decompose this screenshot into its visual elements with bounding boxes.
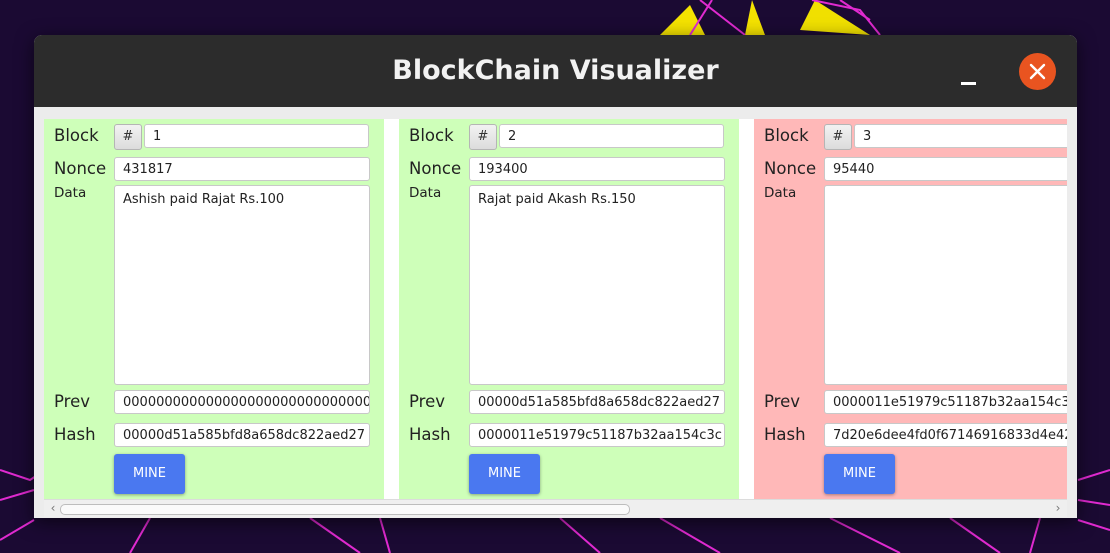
hash-label: Hash — [764, 425, 806, 444]
prev-label: Prev — [764, 392, 800, 411]
data-label: Data — [409, 185, 442, 201]
minimize-icon — [961, 82, 976, 85]
hash-label: Hash — [409, 425, 451, 444]
nonce-field[interactable]: 193400 — [469, 157, 725, 181]
data-label: Data — [54, 185, 87, 201]
close-icon — [1029, 63, 1046, 80]
mine-button[interactable]: MINE — [114, 454, 185, 494]
horizontal-scrollbar[interactable]: ‹ › — [44, 499, 1067, 517]
block-number-button[interactable]: # — [114, 124, 142, 150]
data-textarea[interactable]: Ashish paid Rajat Rs.100 — [114, 185, 370, 385]
block-label: Block — [409, 126, 454, 145]
chevron-left-icon[interactable]: ‹ — [46, 500, 60, 517]
app-window: BlockChain Visualizer Block # 1 Nonce 43… — [34, 35, 1077, 518]
close-button[interactable] — [1019, 53, 1056, 90]
nonce-label: Nonce — [409, 159, 462, 178]
prev-label: Prev — [409, 392, 445, 411]
minimize-button[interactable] — [955, 65, 983, 89]
nonce-label: Nonce — [54, 159, 107, 178]
data-textarea[interactable] — [824, 185, 1067, 385]
nonce-label: Nonce — [764, 159, 817, 178]
prev-hash-field[interactable]: 00000d51a585bfd8a658dc822aed27 — [469, 390, 725, 414]
chevron-right-icon[interactable]: › — [1051, 500, 1065, 517]
block-number-button[interactable]: # — [469, 124, 497, 150]
blocks-scroll-pane: Block # 1 Nonce 431817 Data Ashish paid … — [44, 119, 1067, 499]
title-bar[interactable]: BlockChain Visualizer — [34, 35, 1077, 107]
nonce-field[interactable]: 431817 — [114, 157, 370, 181]
nonce-field[interactable]: 95440 — [824, 157, 1067, 181]
block-label: Block — [764, 126, 809, 145]
block-number-field[interactable]: 2 — [499, 124, 724, 148]
window-title: BlockChain Visualizer — [392, 55, 719, 86]
data-label: Data — [764, 185, 797, 201]
block-card: Block # 3 Nonce 95440 Data Prev 0000011e… — [754, 119, 1067, 499]
prev-label: Prev — [54, 392, 90, 411]
mine-button[interactable]: MINE — [824, 454, 895, 494]
block-card: Block # 1 Nonce 431817 Data Ashish paid … — [44, 119, 384, 499]
hash-field[interactable]: 00000d51a585bfd8a658dc822aed27 — [114, 423, 370, 447]
hash-field[interactable]: 7d20e6dee4fd0f67146916833d4e42 — [824, 423, 1067, 447]
prev-hash-field[interactable]: 0000011e51979c51187b32aa154c3c — [824, 390, 1067, 414]
scrollbar-thumb[interactable] — [60, 504, 630, 515]
block-number-button[interactable]: # — [824, 124, 852, 150]
hash-field[interactable]: 0000011e51979c51187b32aa154c3c — [469, 423, 725, 447]
mine-button[interactable]: MINE — [469, 454, 540, 494]
hash-label: Hash — [54, 425, 96, 444]
block-label: Block — [54, 126, 99, 145]
block-card: Block # 2 Nonce 193400 Data Rajat paid A… — [399, 119, 739, 499]
prev-hash-field[interactable]: 0000000000000000000000000000000000000000… — [114, 390, 370, 414]
block-number-field[interactable]: 1 — [144, 124, 369, 148]
block-number-field[interactable]: 3 — [854, 124, 1067, 148]
data-textarea[interactable]: Rajat paid Akash Rs.150 — [469, 185, 725, 385]
